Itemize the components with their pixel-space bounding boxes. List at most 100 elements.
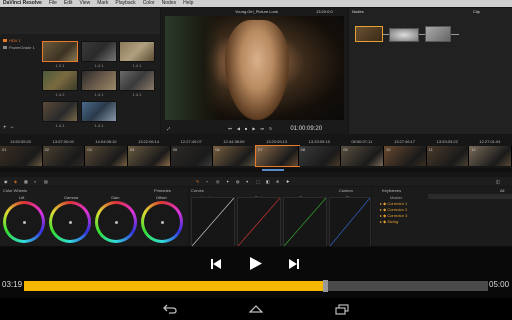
- tool-icon[interactable]: ⬚: [256, 179, 260, 184]
- timeline-clip[interactable]: 02: [42, 146, 86, 166]
- tool-icon[interactable]: ◧: [266, 179, 270, 184]
- tool-icon[interactable]: ⌁: [206, 179, 208, 184]
- green-curve[interactable]: [283, 197, 327, 247]
- skip-back-icon[interactable]: ⏮: [228, 126, 232, 131]
- media-thumbnail[interactable]: [81, 41, 117, 62]
- keyframe-row[interactable]: ▸ ◆ Corrector 3: [380, 213, 407, 218]
- node-01[interactable]: [355, 26, 383, 42]
- bin-item-powergrade[interactable]: PowerGrade 1: [3, 45, 35, 50]
- blue-curve[interactable]: [329, 197, 371, 247]
- play-button[interactable]: [247, 254, 265, 272]
- keyframes-title: Keyframes: [382, 188, 402, 193]
- node-connector: [451, 34, 459, 35]
- back-button[interactable]: [160, 301, 180, 317]
- timeline-clip[interactable]: 03: [85, 146, 128, 166]
- tool-icon[interactable]: ◎: [216, 179, 220, 184]
- timeline-scrollbar[interactable]: [0, 168, 512, 172]
- timeline-clip[interactable]: 07: [255, 145, 300, 167]
- keyframe-row[interactable]: ▸ ◆ Corrector 2: [380, 207, 407, 212]
- gain-wheel[interactable]: [95, 201, 137, 243]
- wheel-handle[interactable]: [68, 220, 72, 224]
- home-button[interactable]: [246, 301, 266, 317]
- tool-icon[interactable]: ✦: [226, 179, 229, 184]
- loop-icon[interactable]: ↻: [269, 126, 272, 131]
- timeline-clip[interactable]: 09: [341, 146, 384, 166]
- tool-icon[interactable]: ✎: [196, 179, 199, 184]
- next-button[interactable]: [286, 256, 302, 272]
- seek-thumb[interactable]: [322, 280, 328, 292]
- remove-bin-icon[interactable]: −: [10, 125, 14, 131]
- tool-icon[interactable]: ✚: [286, 179, 289, 184]
- timeline-clip[interactable]: 11: [426, 146, 470, 166]
- tool-icon[interactable]: ▤: [44, 179, 48, 184]
- tool-icon[interactable]: ⌖: [246, 179, 248, 184]
- background-left: [165, 16, 220, 120]
- tool-icon[interactable]: ◐: [34, 179, 36, 184]
- media-thumbnail[interactable]: [42, 41, 78, 62]
- media-thumbnail[interactable]: [42, 101, 78, 122]
- media-thumbnail[interactable]: [42, 70, 78, 91]
- media-thumbnail[interactable]: [119, 41, 155, 62]
- back-icon: [163, 304, 177, 314]
- media-thumbnail[interactable]: [81, 70, 117, 91]
- keyframe-row[interactable]: ▸ ◆ Sizing: [380, 219, 398, 224]
- clip-number: 11: [428, 147, 433, 152]
- wheel-handle[interactable]: [160, 220, 164, 224]
- clip-timecode: 13:22:06:14: [138, 139, 160, 144]
- luminance-curve[interactable]: [191, 197, 235, 247]
- play-icon[interactable]: ▶: [252, 126, 255, 131]
- skip-next-icon: [289, 259, 299, 269]
- red-curve[interactable]: [237, 197, 281, 247]
- media-thumbnail[interactable]: [119, 70, 155, 91]
- tool-icon[interactable]: ▦: [24, 179, 28, 184]
- thumbnail-label: 1.4.1: [132, 92, 142, 97]
- node-03[interactable]: [425, 26, 451, 42]
- tool-icon[interactable]: ◫: [496, 179, 500, 184]
- menu-help[interactable]: Help: [183, 0, 193, 7]
- fit-icon[interactable]: ⤢: [167, 126, 170, 131]
- tool-icon[interactable]: ◈: [14, 179, 17, 184]
- timeline-scroll-thumb[interactable]: [262, 169, 284, 171]
- media-thumbnail[interactable]: [81, 101, 117, 122]
- previous-button[interactable]: [208, 256, 224, 272]
- timeline-clip[interactable]: 10: [384, 146, 427, 166]
- timeline-clip[interactable]: 06: [213, 146, 256, 166]
- tool-icon[interactable]: ◍: [236, 179, 240, 184]
- menu-nodes[interactable]: Nodes: [162, 0, 176, 7]
- menu-color[interactable]: Color: [143, 0, 155, 7]
- gamma-wheel[interactable]: [49, 201, 91, 243]
- recents-button[interactable]: [332, 301, 352, 317]
- timeline-clip[interactable]: 08: [298, 146, 342, 166]
- add-bin-icon[interactable]: +: [3, 125, 7, 131]
- seek-bar[interactable]: [24, 280, 488, 292]
- menu-edit[interactable]: Edit: [64, 0, 73, 7]
- menu-playback[interactable]: Playback: [115, 0, 135, 7]
- thumbnail-label: 1.4.1: [94, 63, 104, 68]
- node-connector: [383, 34, 389, 35]
- keyframe-row-label: Corrector 2: [387, 207, 408, 212]
- keyframe-row[interactable]: ▸ ◆ Corrector 1: [380, 201, 407, 206]
- timeline-clip[interactable]: 01: [0, 146, 43, 166]
- lift-wheel[interactable]: [3, 201, 45, 243]
- offset-wheel[interactable]: [141, 201, 183, 243]
- timeline-clip[interactable]: 04: [128, 146, 171, 166]
- timeline-clip[interactable]: 05: [170, 146, 214, 166]
- menu-view[interactable]: View: [80, 0, 91, 7]
- bin-item-hdv1[interactable]: HDV 1: [3, 38, 21, 43]
- node-02[interactable]: [389, 28, 419, 42]
- keyframe-row[interactable]: Master: [390, 195, 402, 200]
- timeline-clip[interactable]: 12: [469, 146, 512, 166]
- keyframes-filter[interactable]: All: [500, 188, 504, 193]
- nodes-clip-label: Clip: [473, 9, 480, 14]
- wheel-handle[interactable]: [114, 220, 118, 224]
- skip-forward-icon[interactable]: ⏭: [260, 126, 264, 131]
- menu-file[interactable]: File: [49, 0, 57, 7]
- wheel-handle[interactable]: [22, 220, 26, 224]
- clip-title: Young.Girl_Picture.Look: [235, 9, 278, 14]
- tool-icon[interactable]: ◉: [4, 179, 8, 184]
- bin-label: HDV 1: [9, 38, 21, 43]
- play-reverse-icon[interactable]: ◀: [237, 126, 240, 131]
- tool-icon[interactable]: ⊕: [276, 179, 279, 184]
- stop-icon[interactable]: ■: [245, 126, 247, 131]
- menu-mark[interactable]: Mark: [97, 0, 108, 7]
